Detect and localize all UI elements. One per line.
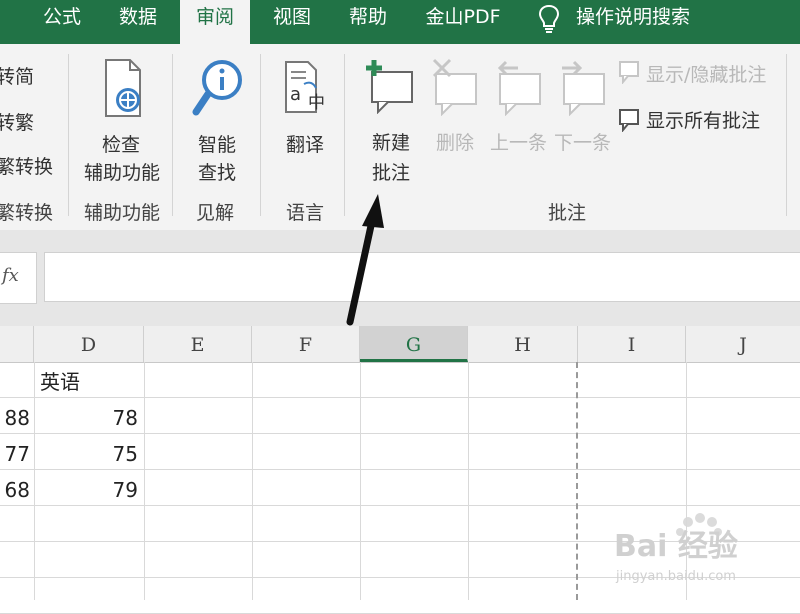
group-divider — [172, 54, 173, 216]
cell-d3[interactable]: 75 — [34, 436, 138, 472]
formula-bar-area: fx — [0, 230, 800, 326]
translate-label[interactable]: 翻译 — [286, 130, 324, 157]
cell-d4[interactable]: 79 — [34, 472, 138, 508]
table-row — [0, 362, 800, 398]
group-divider — [68, 54, 69, 216]
show-hide-comment-label[interactable]: 显示/隐藏批注 — [646, 60, 766, 87]
grid-line — [360, 362, 361, 600]
group-label-insights: 见解 — [196, 202, 235, 224]
column-header-f[interactable]: F — [252, 326, 360, 362]
lightbulb-icon[interactable] — [538, 3, 560, 35]
next-comment-label[interactable]: 下一条 — [554, 128, 611, 155]
check-accessibility-label-1[interactable]: 检查 — [102, 130, 140, 157]
grid-line — [252, 362, 253, 600]
fx-icon: fx — [2, 265, 19, 286]
to-simplified-button[interactable]: 转简 — [0, 62, 34, 89]
column-header-g[interactable]: G — [360, 326, 468, 362]
tab-review[interactable]: 审阅 — [180, 0, 250, 44]
check-accessibility-icon — [105, 59, 141, 117]
group-label-accessibility: 辅助功能 — [84, 202, 161, 224]
cell-c2[interactable]: 88 — [0, 400, 30, 436]
column-header-j[interactable]: J — [686, 326, 800, 362]
group-divider — [260, 54, 261, 216]
group-label-language: 语言 — [286, 202, 325, 224]
svg-text:a: a — [290, 84, 301, 105]
table-row — [0, 506, 800, 542]
group-divider — [344, 54, 345, 216]
tab-kingsoft-pdf[interactable]: 金山PDF — [420, 0, 506, 44]
previous-comment-label[interactable]: 上一条 — [490, 128, 547, 155]
new-comment-label-1[interactable]: 新建 — [372, 128, 410, 155]
page-break-line — [576, 362, 578, 600]
show-all-comments-label[interactable]: 显示所有批注 — [646, 106, 760, 133]
to-traditional-button[interactable]: 转繁 — [0, 108, 34, 135]
new-comment-icon[interactable] — [364, 58, 416, 114]
tab-view[interactable]: 视图 — [266, 0, 318, 44]
grid-line — [468, 362, 469, 600]
ribbon-panel: 转简 转繁 繁转换 繁转换 检查 辅助功能 辅助功能 智能 查找 见解 a 中 … — [0, 44, 800, 230]
cell-d1[interactable]: 英语 — [40, 364, 80, 400]
delete-comment-label[interactable]: 删除 — [436, 128, 474, 155]
tab-data[interactable]: 数据 — [112, 0, 164, 44]
ribbon-tab-bar: 公式 数据 审阅 视图 帮助 金山PDF 操作说明搜索 — [0, 0, 800, 44]
column-header-e[interactable]: E — [144, 326, 252, 362]
smart-lookup-label-2[interactable]: 查找 — [198, 158, 236, 185]
tab-help[interactable]: 帮助 — [342, 0, 394, 44]
cell-d2[interactable]: 78 — [34, 400, 138, 436]
next-comment-icon[interactable] — [558, 58, 608, 116]
smart-lookup-label-1[interactable]: 智能 — [198, 130, 236, 157]
column-header-row: D E F G H I J — [0, 326, 800, 363]
cell-c3[interactable]: 77 — [0, 436, 30, 472]
show-hide-comment-icon[interactable] — [618, 60, 642, 84]
new-comment-label-2[interactable]: 批注 — [372, 158, 410, 185]
table-row — [0, 578, 800, 614]
cell-c4[interactable]: 68 — [0, 472, 30, 508]
tell-me-search[interactable]: 操作说明搜索 — [576, 0, 690, 34]
grid-line — [144, 362, 145, 600]
column-header-c[interactable] — [0, 326, 34, 362]
formula-input[interactable] — [44, 252, 800, 302]
grid-line — [686, 362, 687, 600]
convert-button[interactable]: 繁转换 — [0, 152, 53, 179]
check-accessibility-label-2[interactable]: 辅助功能 — [84, 158, 160, 185]
svg-text:中: 中 — [308, 93, 325, 113]
insert-function-button[interactable]: fx — [0, 252, 37, 304]
column-header-d[interactable]: D — [34, 326, 144, 362]
group-label-chinese: 繁转换 — [0, 202, 54, 224]
smart-lookup-icon — [192, 60, 242, 116]
column-header-h[interactable]: H — [468, 326, 578, 362]
column-header-i[interactable]: I — [578, 326, 686, 362]
previous-comment-icon[interactable] — [494, 58, 544, 116]
translate-icon: a 中 — [285, 61, 325, 113]
tab-formulas[interactable]: 公式 — [38, 0, 86, 44]
delete-comment-icon[interactable] — [430, 58, 480, 116]
show-all-comments-icon[interactable] — [618, 108, 642, 132]
table-row — [0, 542, 800, 578]
group-label-comments: 批注 — [548, 202, 587, 224]
group-divider — [786, 54, 787, 216]
